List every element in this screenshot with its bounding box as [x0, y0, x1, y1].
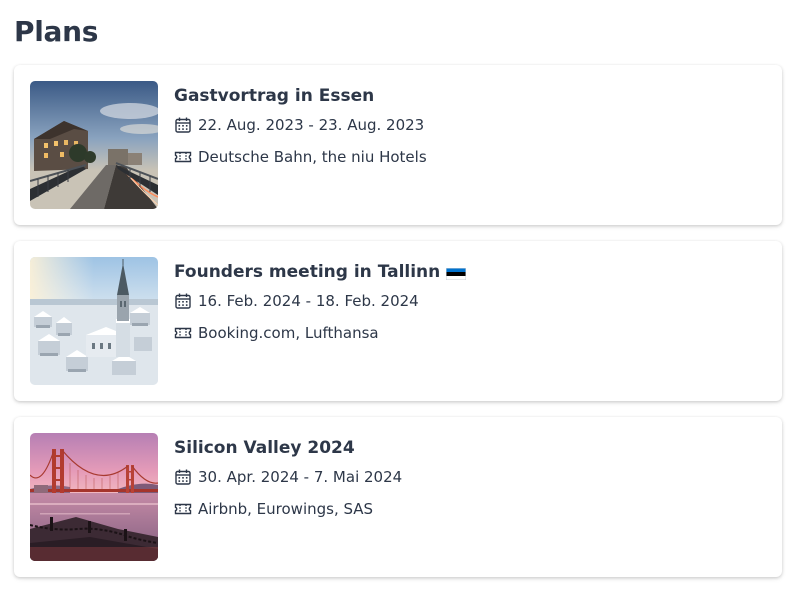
plan-name: Founders meeting in Tallinn: [174, 261, 766, 283]
plan-bookings: Deutsche Bahn, the niu Hotels: [174, 147, 766, 167]
plan-bookings-text: Deutsche Bahn, the niu Hotels: [198, 148, 427, 166]
plan-dates-text: 22. Aug. 2023 - 23. Aug. 2023: [198, 116, 425, 134]
plan-thumbnail: [30, 81, 158, 209]
plan-info: Gastvortrag in Essen 22. Aug. 2023 - 23.…: [174, 85, 766, 167]
plan-card[interactable]: Silicon Valley 2024 30. Apr. 2024 - 7. M…: [14, 417, 782, 577]
plan-dates-text: 30. Apr. 2024 - 7. Mai 2024: [198, 468, 403, 486]
plan-dates: 16. Feb. 2024 - 18. Feb. 2024: [174, 291, 766, 311]
calendar-icon: [174, 468, 192, 486]
page-title: Plans: [14, 15, 99, 48]
plan-thumbnail: [30, 433, 158, 561]
plan-name-text: Gastvortrag in Essen: [174, 86, 375, 106]
plan-card[interactable]: Founders meeting in Tallinn 16. Feb. 202…: [14, 241, 782, 401]
calendar-icon: [174, 292, 192, 310]
ticket-icon: [174, 324, 192, 342]
plan-dates-text: 16. Feb. 2024 - 18. Feb. 2024: [198, 292, 419, 310]
plan-info: Founders meeting in Tallinn 16. Feb. 202…: [174, 261, 766, 343]
plan-bookings-text: Booking.com, Lufthansa: [198, 324, 379, 342]
plan-name: Gastvortrag in Essen: [174, 85, 766, 107]
ticket-icon: [174, 500, 192, 518]
estonia-flag-icon: [446, 264, 467, 280]
plan-name: Silicon Valley 2024: [174, 437, 766, 459]
ticket-icon: [174, 148, 192, 166]
plan-name-text: Silicon Valley 2024: [174, 438, 355, 458]
plan-thumbnail: [30, 257, 158, 385]
plan-bookings-text: Airbnb, Eurowings, SAS: [198, 500, 374, 518]
calendar-icon: [174, 116, 192, 134]
plan-dates: 22. Aug. 2023 - 23. Aug. 2023: [174, 115, 766, 135]
plan-info: Silicon Valley 2024 30. Apr. 2024 - 7. M…: [174, 437, 766, 519]
plans-page: Plans Gastvortrag in Essen 22. Aug. 2023…: [0, 0, 798, 595]
plan-bookings: Airbnb, Eurowings, SAS: [174, 499, 766, 519]
plan-card[interactable]: Gastvortrag in Essen 22. Aug. 2023 - 23.…: [14, 65, 782, 225]
plan-dates: 30. Apr. 2024 - 7. Mai 2024: [174, 467, 766, 487]
plan-name-text: Founders meeting in Tallinn: [174, 262, 441, 282]
plan-bookings: Booking.com, Lufthansa: [174, 323, 766, 343]
